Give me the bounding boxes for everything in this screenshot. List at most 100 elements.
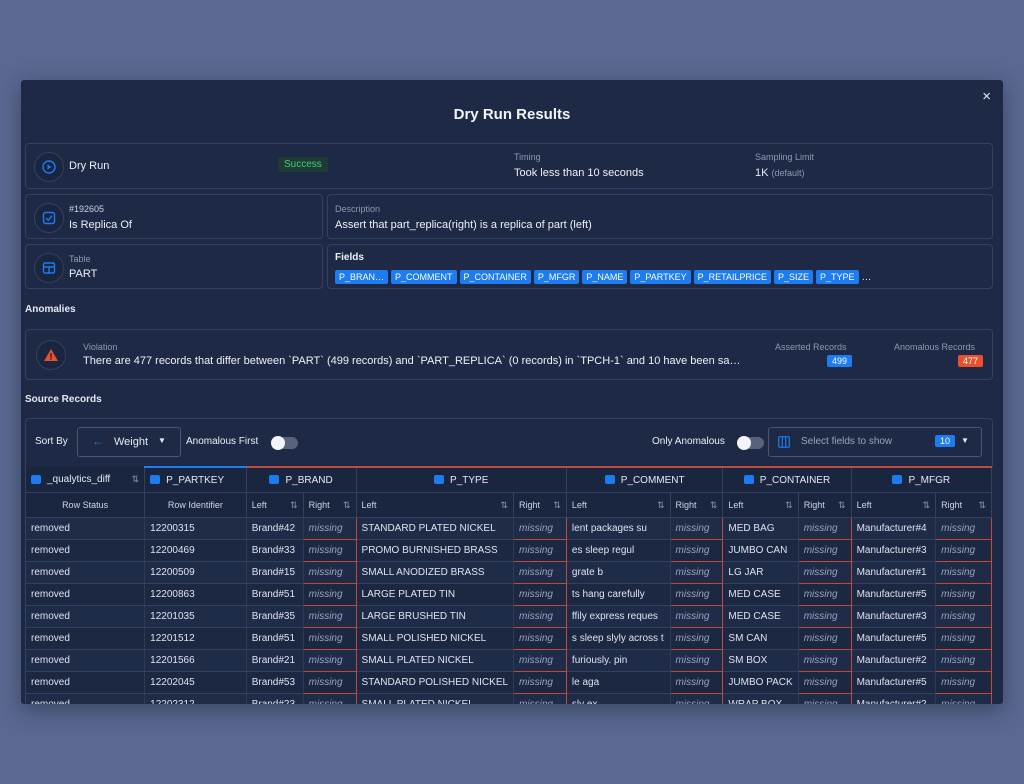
table-row[interactable]: removed 12201035 Brand#35 missing LARGE BRUS…	[26, 605, 992, 628]
cell-brand-right: missing	[302, 649, 357, 672]
cell-brand: Brand#51	[246, 627, 304, 650]
warning-icon	[36, 340, 66, 370]
table-row[interactable]: removed 12200509 Brand#15 missing SMALL ANOD…	[26, 561, 992, 584]
cell-id: 12200509	[144, 561, 247, 584]
check-type: Is Replica Of	[69, 219, 132, 231]
fields-label: Fields	[335, 252, 364, 263]
violation-card: Violation There are 477 records that dif…	[25, 329, 993, 380]
select-fields-dropdown[interactable]: Select fields to show 10 ▼	[768, 427, 982, 457]
cell-container: LG JAR	[722, 561, 799, 584]
cell-type-right: missing	[513, 561, 567, 584]
sort-icon[interactable]: ⇅	[978, 500, 986, 511]
select-fields-count: 10	[935, 435, 956, 447]
table-row[interactable]: removed 12201512 Brand#51 missing SMALL POLI…	[26, 627, 992, 650]
cell-id: 12201512	[144, 627, 247, 650]
subheader-left: Left ⇅	[356, 492, 515, 518]
cell-comment: ffily express reques	[566, 605, 671, 628]
cell-brand: Brand#53	[246, 671, 304, 694]
status-badge: Success	[278, 157, 328, 172]
cell-type-right: missing	[513, 583, 567, 606]
sort-icon[interactable]: ⇅	[501, 500, 509, 511]
comment-icon[interactable]	[150, 475, 161, 485]
description-card: Description Assert that part_replica(rig…	[327, 194, 993, 239]
cell-status: removed	[26, 693, 146, 704]
field-chip: P_TYPE	[815, 270, 859, 284]
table-row[interactable]: removed 12202045 Brand#53 missing STANDARD P…	[26, 671, 992, 694]
header-p-mfgr-label: P_MFGR	[908, 474, 951, 486]
cell-brand: Brand#42	[246, 517, 304, 540]
close-icon[interactable]: ×	[982, 88, 991, 105]
cell-status: removed	[26, 649, 146, 672]
table-row[interactable]: removed 12200469 Brand#33 missing PROMO BURN…	[26, 539, 992, 562]
cell-brand: Brand#51	[246, 583, 304, 606]
header-p-type-label: P_TYPE	[450, 474, 489, 486]
field-chip: P_SIZE	[773, 270, 813, 284]
cell-container-right: missing	[797, 649, 852, 672]
sort-icon[interactable]: ⇅	[923, 500, 931, 511]
sort-icon[interactable]: ⇅	[343, 500, 351, 511]
cell-comment: ts hang carefully	[566, 583, 671, 606]
sort-icon[interactable]: ⇅	[710, 500, 718, 511]
sort-icon[interactable]: ⇅	[290, 500, 298, 511]
table-row[interactable]: removed 12200315 Brand#42 missing STANDARD P…	[26, 517, 992, 540]
subheader-left: Left ⇅	[246, 492, 304, 518]
fields-more: …	[861, 272, 872, 283]
sort-icon[interactable]: ⇅	[838, 500, 846, 511]
source-records-heading: Source Records	[25, 394, 102, 405]
table-row[interactable]: removed 12200863 Brand#51 missing LARGE PLAT…	[26, 583, 992, 606]
cell-status: removed	[26, 605, 146, 628]
comment-icon[interactable]	[269, 475, 280, 485]
table-row[interactable]: removed12202312Brand#23missingSMALL PLAT…	[26, 693, 992, 704]
anomalous-first-toggle[interactable]	[271, 436, 298, 450]
timing-value: Took less than 10 seconds	[514, 167, 644, 179]
cell-container: SM BOX	[722, 649, 799, 672]
cell-id: 12201035	[144, 605, 247, 628]
cell-status: removed	[26, 627, 146, 650]
cell-brand: Brand#35	[246, 605, 304, 628]
description-value: Assert that part_replica(right) is a rep…	[335, 219, 592, 231]
sort-icon[interactable]: ⇅	[553, 500, 561, 511]
cell-container-right: missing	[797, 693, 852, 704]
sort-select[interactable]: ← Weight ▼	[77, 427, 181, 457]
comment-icon[interactable]	[31, 474, 41, 484]
cell-comment: furiously. pin	[566, 649, 671, 672]
cell-type: SMALL ANODIZED BRASS	[356, 561, 515, 584]
cell-container-right: missing	[797, 605, 852, 628]
cell-brand-right: missing	[302, 671, 357, 694]
cell-mfgr: Manufacturer#5	[851, 627, 937, 650]
dry-run-results-modal: Dry Run Results × Dry Run Success Timing…	[21, 80, 1003, 704]
header-p-mfgr: P_MFGR	[851, 466, 992, 493]
subheader-right: Right ⇅	[935, 492, 992, 518]
cell-brand-right: missing	[302, 627, 357, 650]
anomalies-heading: Anomalies	[25, 304, 76, 315]
comment-icon[interactable]	[743, 475, 754, 485]
comment-icon[interactable]	[604, 475, 615, 485]
cell-status: removed	[26, 517, 146, 540]
subheader-left-label: Left	[728, 499, 744, 510]
chevron-down-icon: ▼	[158, 436, 166, 445]
cell-type: STANDARD PLATED NICKEL	[356, 517, 515, 540]
chevron-down-icon: ▼	[961, 436, 969, 445]
comment-icon[interactable]	[434, 475, 445, 485]
cell-comment: grate b	[566, 561, 671, 584]
comment-icon[interactable]	[892, 475, 903, 485]
sort-icon[interactable]: ⇅	[785, 500, 793, 511]
cell-mfgr-right: missing	[935, 649, 992, 672]
sort-icon[interactable]: ⇅	[132, 474, 140, 485]
cell-brand-right: missing	[302, 605, 357, 628]
modal-title: Dry Run Results	[453, 106, 571, 123]
cell-id: 12201566	[144, 649, 247, 672]
cell-mfgr-right: missing	[935, 517, 992, 540]
table-row[interactable]: removed 12201566 Brand#21 missing SMALL PLAT…	[26, 649, 992, 672]
cell-mfgr-right: missing	[935, 693, 992, 704]
only-anomalous-toggle[interactable]	[737, 436, 764, 450]
cell-brand-right: missing	[302, 693, 357, 704]
cell-mfgr: Manufacturer#4	[851, 517, 937, 540]
anomalous-first-label: Anomalous First	[186, 436, 259, 447]
cell-id: 12202045	[144, 671, 247, 694]
cell-type-right: missing	[513, 539, 567, 562]
cell-status: removed	[26, 561, 146, 584]
sort-icon[interactable]: ⇅	[657, 500, 665, 511]
sampling-value-row: 1K (default)	[755, 167, 805, 179]
cell-brand: Brand#15	[246, 561, 304, 584]
